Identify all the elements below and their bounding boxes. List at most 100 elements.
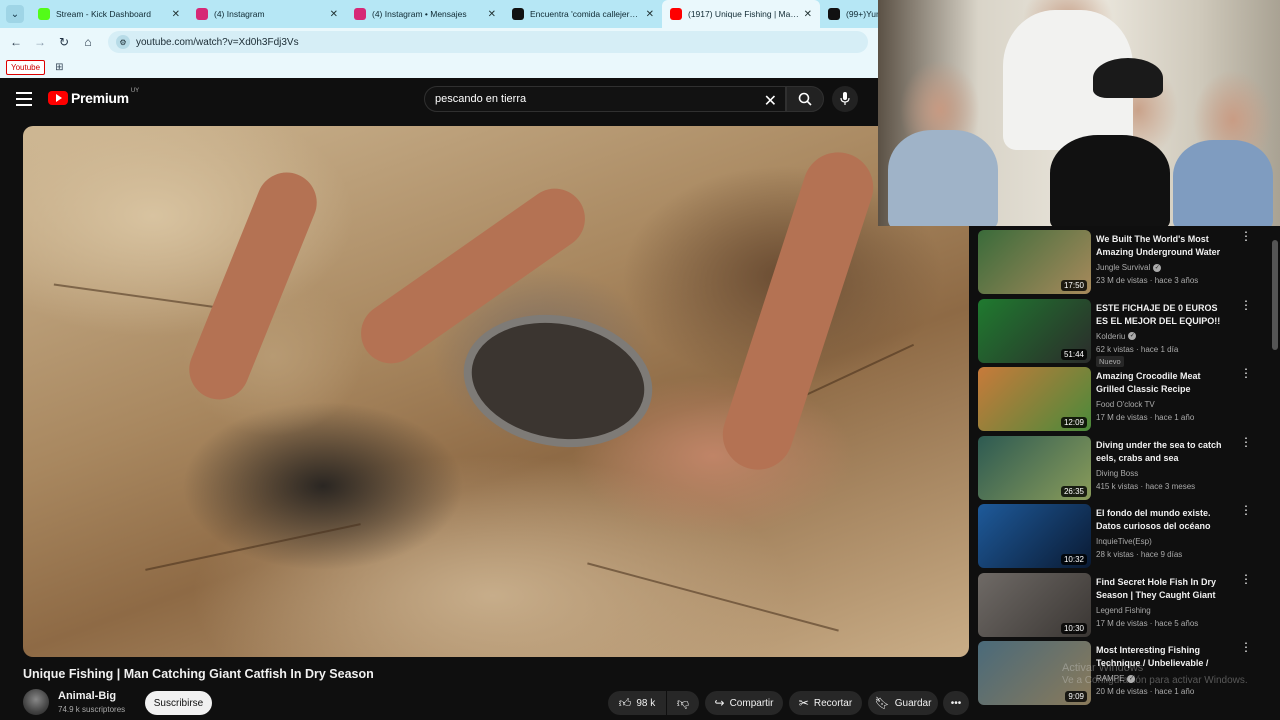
scrollbar[interactable] — [1272, 240, 1278, 350]
video-thumbnail[interactable]: 51:44 — [978, 298, 1091, 363]
save-button[interactable]: 🔖︎ Guardar — [868, 691, 938, 715]
home-icon[interactable]: ⌂ — [76, 35, 100, 49]
tab-title: (4) Instagram — [214, 9, 265, 19]
recommended-video-title[interactable]: Diving under the sea to catch eels, crab… — [1096, 439, 1228, 466]
share-icon: ↪ — [714, 696, 725, 710]
recommended-video[interactable]: 10:30 Find Secret Hole Fish In Dry Season… — [978, 572, 1268, 637]
recommended-video-title[interactable]: Find Secret Hole Fish In Dry Season | Th… — [1096, 576, 1228, 603]
video-duration: 26:35 — [1060, 485, 1087, 497]
activation-watermark-text: Ve a Configuración para activar Windows. — [1062, 675, 1248, 686]
browser-tab[interactable]: Stream - Kick Dashboard ✕ — [30, 0, 188, 28]
recommended-channel-name: Jungle Survival — [1096, 263, 1151, 272]
recommended-video[interactable]: 10:32 El fondo del mundo existe. Datos cu… — [978, 504, 1268, 568]
webcam-detail — [1173, 140, 1273, 226]
share-button[interactable]: ↪ Compartir — [705, 691, 783, 715]
recommended-video-title[interactable]: El fondo del mundo existe. Datos curioso… — [1096, 507, 1228, 534]
more-options-icon[interactable]: ⋮ — [1240, 299, 1252, 311]
video-thumbnail[interactable]: 10:30 — [978, 572, 1091, 637]
browser-tab[interactable]: (4) Instagram ✕ — [188, 0, 346, 28]
like-count: 98 k — [636, 697, 656, 709]
recommended-video[interactable]: 51:44 ESTE FICHAJE DE 0 EUROS ES EL MEJOR… — [978, 298, 1268, 367]
recommended-channel[interactable]: InquieTive(Esp) — [1096, 537, 1152, 546]
recommended-channel[interactable]: Kolderiu ✓ — [1096, 331, 1137, 341]
forward-icon[interactable]: → — [28, 35, 52, 49]
more-options-icon[interactable]: ⋮ — [1240, 436, 1252, 448]
youtube-logo[interactable]: Premium UY — [48, 88, 140, 106]
thumbs-up-icon: 👍︎ — [618, 695, 632, 710]
like-button[interactable]: 👍︎ 98 k — [608, 691, 666, 715]
video-thumbnail[interactable]: 12:09 — [978, 367, 1091, 431]
video-duration: 10:30 — [1060, 622, 1087, 634]
clip-button[interactable]: ✂ Recortar — [789, 691, 862, 715]
recommended-video[interactable]: 17:50 We Built The World's Most Amazing U… — [978, 230, 1268, 294]
tab-close-icon[interactable]: ✕ — [646, 9, 654, 20]
video-player[interactable] — [23, 126, 969, 657]
search-icon — [798, 92, 812, 106]
tab-close-icon[interactable]: ✕ — [804, 9, 812, 20]
browser-tab[interactable]: (1917) Unique Fishing | Man Ca... ✕ — [662, 0, 820, 28]
tab-close-icon[interactable]: ✕ — [172, 9, 180, 20]
menu-icon[interactable] — [16, 92, 32, 106]
country-code: UY — [130, 88, 140, 94]
site-info-icon[interactable]: ⚙ — [116, 35, 130, 49]
thumbs-down-icon: 👎︎ — [676, 695, 690, 710]
more-actions-button[interactable]: ••• — [943, 691, 969, 715]
more-options-icon[interactable]: ⋮ — [1240, 573, 1252, 585]
more-options-icon[interactable]: ⋮ — [1240, 504, 1252, 516]
avatar[interactable] — [23, 689, 49, 715]
recommended-video-title[interactable]: ESTE FICHAJE DE 0 EUROS ES EL MEJOR DEL … — [1096, 302, 1228, 329]
tab-title: Encuentra 'comida callejera ind... — [530, 9, 642, 19]
tab-favicon-icon — [196, 8, 208, 20]
more-options-icon[interactable]: ⋮ — [1240, 641, 1252, 653]
tab-favicon-icon — [38, 8, 50, 20]
url-text: youtube.com/watch?v=Xd0h3Fdj3Vs — [136, 36, 299, 48]
back-icon[interactable]: ← — [4, 35, 28, 49]
recommended-channel-name: Kolderiu — [1096, 331, 1126, 341]
more-options-icon[interactable]: ⋮ — [1240, 367, 1252, 379]
browser-tab[interactable]: (4) Instagram • Mensajes ✕ — [346, 0, 504, 28]
dislike-button[interactable]: 👎︎ — [667, 691, 699, 715]
search-button[interactable] — [786, 86, 824, 112]
video-thumbnail[interactable]: 10:32 — [978, 504, 1091, 568]
search-query: pescando en tierra — [435, 93, 527, 105]
channel-name[interactable]: Animal-Big — [58, 690, 116, 702]
recommended-channel[interactable]: Legend Fishing — [1096, 606, 1151, 615]
browser-tab[interactable]: Encuentra 'comida callejera ind... ✕ — [504, 0, 662, 28]
recommended-video[interactable]: 26:35 Diving under the sea to catch eels,… — [978, 435, 1268, 500]
recommended-channel[interactable]: Jungle Survival ✓ — [1096, 263, 1162, 272]
tab-close-icon[interactable]: ✕ — [488, 9, 496, 20]
video-thumbnail[interactable]: 26:35 — [978, 435, 1091, 500]
youtube-play-icon — [48, 91, 68, 105]
video-frame-detail — [713, 143, 883, 479]
more-options-icon[interactable]: ⋮ — [1240, 230, 1252, 242]
video-duration: 12:09 — [1060, 417, 1087, 428]
apps-grid-icon[interactable]: ⊞ — [55, 62, 63, 73]
video-frame-detail — [180, 163, 326, 409]
recommended-channel-name: InquieTive(Esp) — [1096, 537, 1152, 546]
clear-search-icon[interactable]: ✕ — [764, 91, 777, 111]
tab-close-icon[interactable]: ✕ — [330, 9, 338, 20]
video-frame-detail — [145, 523, 361, 571]
recommended-meta: 17 M de vistas · hace 5 años — [1096, 618, 1199, 628]
tab-title: Stream - Kick Dashboard — [56, 9, 151, 19]
video-thumbnail[interactable]: 17:50 — [978, 230, 1091, 294]
tab-favicon-icon — [512, 8, 524, 20]
search-input[interactable]: pescando en tierra ✕ — [424, 86, 786, 112]
voice-search-button[interactable] — [832, 86, 858, 112]
recommended-video-title[interactable]: We Built The World's Most Amazing Underg… — [1096, 233, 1228, 260]
webcam-detail — [1050, 135, 1170, 226]
bookmark-youtube[interactable]: Youtube — [6, 59, 46, 75]
recommended-channel[interactable]: Diving Boss — [1096, 469, 1138, 478]
recommended-channel[interactable]: Food O'clock TV — [1096, 400, 1155, 409]
recommended-video-title[interactable]: Amazing Crocodile Meat Grilled Classic R… — [1096, 370, 1228, 397]
subscribe-button[interactable]: Suscribirse — [145, 691, 212, 715]
url-bar[interactable]: ⚙ youtube.com/watch?v=Xd0h3Fdj3Vs — [108, 31, 868, 53]
recommended-video[interactable]: 12:09 Amazing Crocodile Meat Grilled Clas… — [978, 367, 1268, 431]
recommended-channel-name: Diving Boss — [1096, 468, 1139, 478]
tab-favicon-icon — [670, 8, 682, 20]
reload-icon[interactable]: ↻ — [52, 35, 76, 49]
video-frame-detail — [587, 562, 839, 632]
tab-favicon-icon — [828, 8, 840, 20]
tab-search-button[interactable]: ⌄ — [6, 5, 24, 23]
activation-watermark-title: Activar Windows — [1062, 662, 1144, 674]
